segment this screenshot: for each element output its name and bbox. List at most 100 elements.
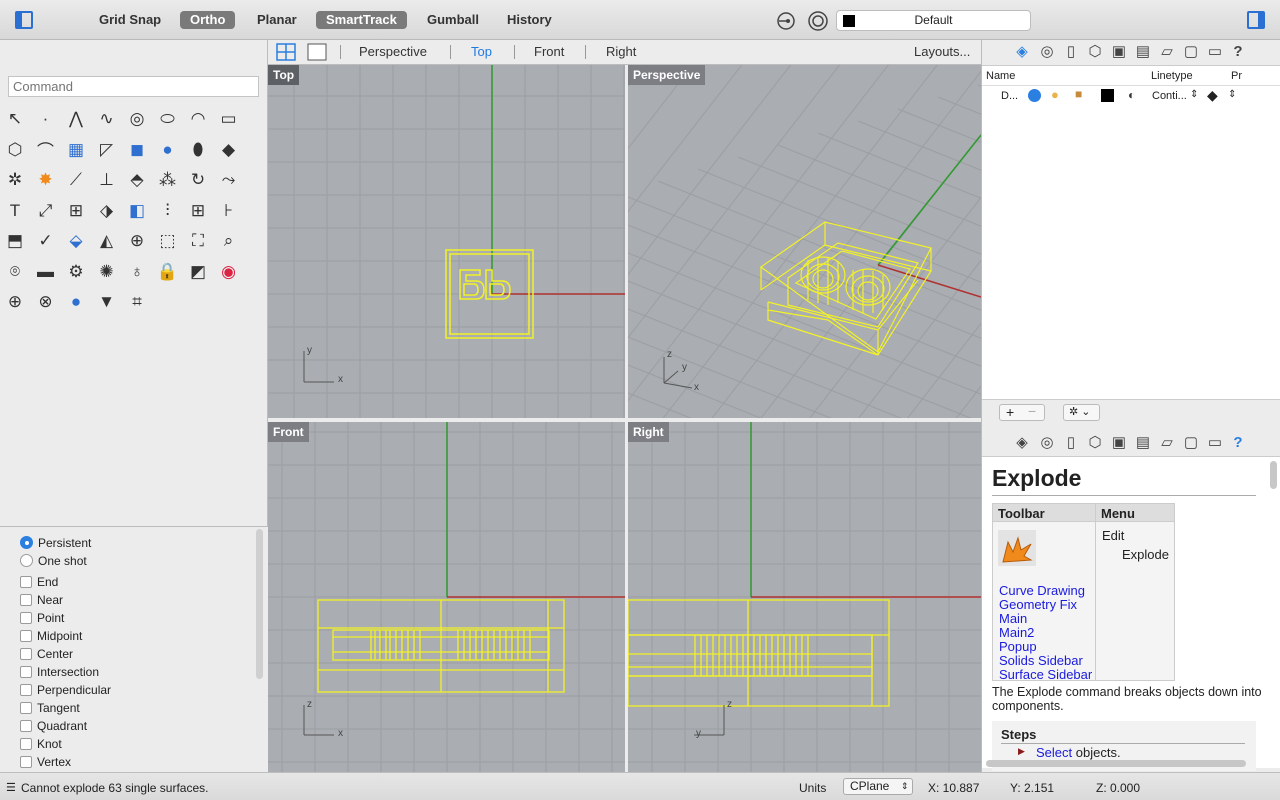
help-link-popup[interactable]: Popup — [999, 640, 1037, 654]
viewport-perspective[interactable]: Perspective z y x — [628, 65, 981, 418]
viewport-label-top[interactable]: Top — [268, 65, 300, 85]
circle-icon[interactable]: ◎ — [125, 107, 149, 131]
transform-icon[interactable]: ⬗ — [95, 199, 119, 223]
polyline-icon[interactable]: ⋀ — [64, 107, 88, 131]
cylinder-icon[interactable]: ⬮ — [186, 138, 210, 162]
gumball-toggle[interactable]: Gumball — [417, 11, 489, 29]
help-icon[interactable]: ? — [1229, 434, 1247, 452]
grid-snap-toggle[interactable]: Grid Snap — [89, 11, 171, 29]
document-panel-icon[interactable]: ▯ — [1062, 43, 1080, 61]
help-horizontal-scrollbar[interactable] — [986, 760, 1246, 767]
rotate-icon[interactable]: ↻ — [186, 168, 210, 192]
single-view-layout-icon[interactable] — [307, 43, 327, 61]
color-wheel-icon[interactable]: ◉ — [217, 260, 241, 284]
select-link[interactable]: Select — [1036, 745, 1072, 760]
light-bulb-icon[interactable]: ● — [1051, 87, 1059, 102]
layers-col-name[interactable]: Name — [986, 70, 1015, 82]
notes-icon[interactable]: ▱ — [1158, 434, 1176, 452]
split-icon[interactable]: ⊥ — [95, 168, 119, 192]
help-link-curve-drawing[interactable]: Curve Drawing — [999, 584, 1085, 598]
grid-icon[interactable]: ⊞ — [186, 199, 210, 223]
contour-icon[interactable]: ⫶ — [156, 199, 180, 223]
help-link-solids-sidebar[interactable]: Solids Sidebar — [999, 654, 1083, 668]
osnap-midpoint-checkbox[interactable]: Midpoint — [20, 628, 82, 644]
select-arrow-icon[interactable]: ↖ — [3, 107, 27, 131]
linetype-chevron-icon[interactable]: ⇕ — [1190, 89, 1198, 100]
status-menu-icon[interactable]: ☰ — [6, 781, 16, 794]
globe-icon[interactable]: ⊕ — [3, 290, 27, 314]
cplane-select[interactable]: CPlane ⇕ — [843, 778, 913, 795]
spline-icon[interactable]: ⌗ — [125, 290, 149, 314]
osnap-quadrant-checkbox[interactable]: Quadrant — [20, 718, 87, 734]
layers-col-linetype[interactable]: Linetype — [1151, 70, 1193, 82]
units-label[interactable]: Units — [799, 781, 826, 795]
named-views-icon[interactable]: ▣ — [1110, 434, 1128, 452]
properties-panel-icon[interactable]: ◎ — [1038, 434, 1056, 452]
gear-icon[interactable]: ✲ — [3, 168, 27, 192]
ortho-toggle[interactable]: Ortho — [180, 11, 236, 29]
help-link-main2[interactable]: Main2 — [999, 626, 1034, 640]
polygon-icon[interactable]: ⬡ — [3, 138, 27, 162]
object-panel-icon[interactable]: ⬡ — [1086, 43, 1104, 61]
text-icon[interactable]: T — [3, 199, 27, 223]
drape-icon[interactable]: ◭ — [95, 229, 119, 253]
document-panel-icon[interactable]: ▯ — [1062, 434, 1080, 452]
history-toggle[interactable]: History — [497, 11, 562, 29]
tab-top[interactable]: Top — [471, 44, 492, 60]
add-layer-button[interactable]: + — [1006, 404, 1014, 420]
point-icon[interactable]: · — [34, 107, 58, 131]
surface-grid-icon[interactable]: ▦ — [64, 138, 88, 162]
lock-icon[interactable]: ■ — [1075, 87, 1082, 101]
one-shot-radio[interactable]: One shot — [20, 553, 87, 569]
curve-icon[interactable]: ∿ — [95, 107, 119, 131]
osnap-tangent-checkbox[interactable]: Tangent — [20, 700, 80, 716]
trim-icon[interactable]: ⟋ — [64, 168, 88, 192]
mesh-icon[interactable]: ⁂ — [156, 168, 180, 192]
render-icon[interactable]: ⌾ — [3, 260, 27, 284]
bulb-icon[interactable]: ♁ — [125, 260, 149, 284]
layer-color-icon[interactable] — [1101, 89, 1114, 102]
osnap-vertex-checkbox[interactable]: Vertex — [20, 754, 71, 770]
box-icon[interactable]: ◼ — [125, 138, 149, 162]
notes-icon[interactable]: ▱ — [1158, 43, 1176, 61]
extrude-icon[interactable]: ⬒ — [3, 229, 27, 253]
check-icon[interactable]: ✓ — [34, 229, 58, 253]
sphere-icon[interactable]: ● — [156, 138, 180, 162]
osnap-intersection-checkbox[interactable]: Intersection — [20, 664, 99, 680]
zoom-extents-icon[interactable]: ⛶ — [186, 229, 210, 253]
viewport-top[interactable]: Top y x — [268, 65, 625, 418]
array-icon[interactable]: ⊞ — [64, 199, 88, 223]
layer-options-menu[interactable]: ✲ ⌄ — [1063, 404, 1100, 421]
offset-icon[interactable]: ⤳ — [217, 168, 241, 192]
material-icon[interactable]: ◐ — [1128, 88, 1135, 102]
osnap-near-checkbox[interactable]: Near — [20, 592, 63, 608]
boolean-icon[interactable]: ⬘ — [125, 168, 149, 192]
osnap-perpendicular-checkbox[interactable]: Perpendicular — [20, 682, 111, 698]
record-history-icon[interactable] — [776, 11, 796, 31]
viewport-right[interactable]: Right z y — [628, 422, 981, 772]
print-width-icon[interactable]: ◆ — [1207, 87, 1218, 104]
persistent-radio[interactable]: Persistent — [20, 535, 91, 551]
car-icon[interactable]: ▬ — [34, 260, 58, 284]
display-icon[interactable]: ▭ — [1206, 434, 1224, 452]
tab-perspective[interactable]: Perspective — [359, 44, 427, 60]
zoom-window-icon[interactable]: ⬚ — [156, 229, 180, 253]
layout-panel-icon[interactable]: ▢ — [1182, 434, 1200, 452]
lights-icon[interactable]: ⚙ — [64, 260, 88, 284]
rectangle-icon[interactable]: ▭ — [217, 107, 241, 131]
viewport-label-perspective[interactable]: Perspective — [628, 65, 706, 85]
right-sidebar-toggle-icon[interactable] — [1247, 11, 1265, 29]
extract-icon[interactable]: ⬙ — [64, 229, 88, 253]
lock-icon[interactable]: 🔒 — [156, 260, 180, 284]
command-input[interactable] — [8, 76, 259, 97]
osnap-scrollbar[interactable] — [256, 529, 263, 679]
display-icon[interactable]: ▭ — [1206, 43, 1224, 61]
layers-panel-icon[interactable]: ◈ — [1013, 43, 1031, 61]
osnap-center-checkbox[interactable]: Center — [20, 646, 73, 662]
rendered-sphere-icon[interactable]: ⊗ — [34, 290, 58, 314]
layers-col-print[interactable]: Pr — [1231, 70, 1242, 82]
help-link-geometry-fix[interactable]: Geometry Fix — [999, 598, 1077, 612]
cone-icon[interactable]: ▼ — [95, 290, 119, 314]
explode-icon[interactable]: ✸ — [34, 168, 58, 192]
four-view-layout-icon[interactable] — [276, 43, 296, 61]
